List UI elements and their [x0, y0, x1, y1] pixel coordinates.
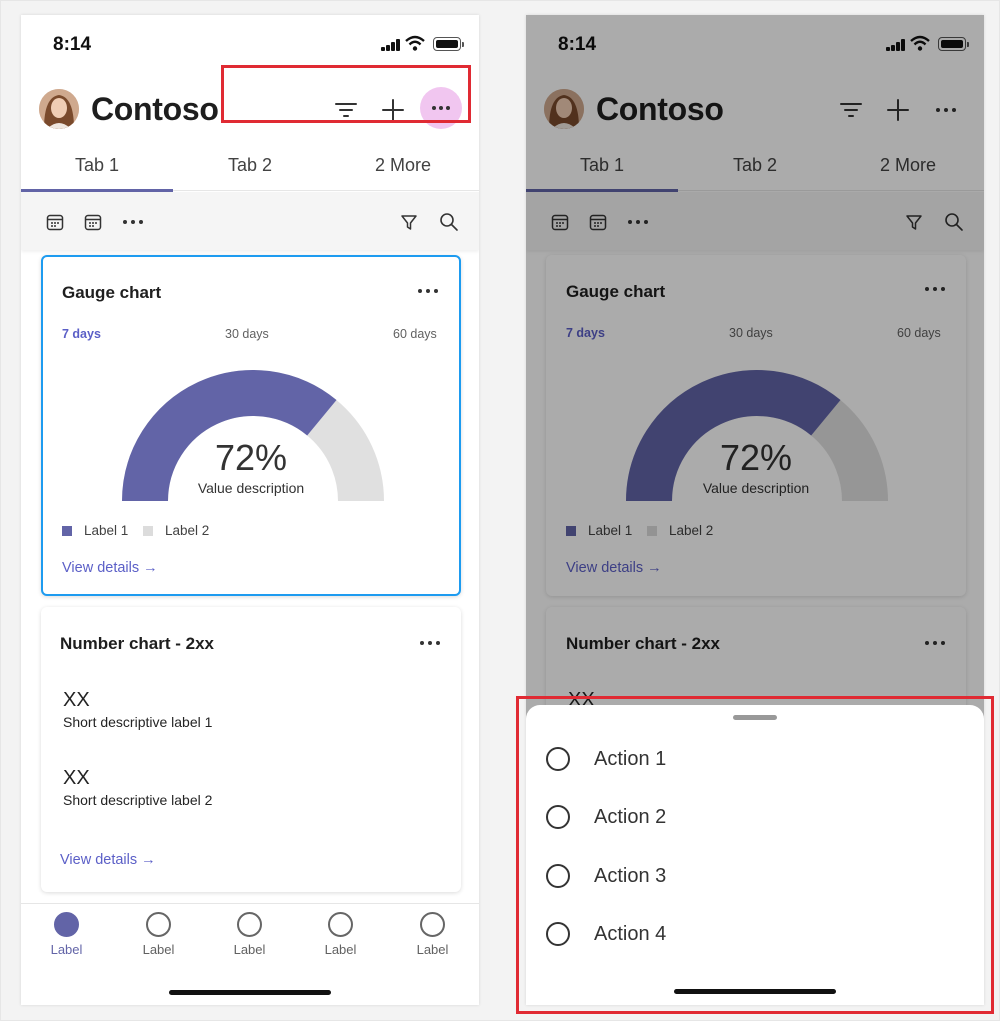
nav-circle-icon	[420, 912, 445, 937]
nav-circle-icon	[146, 912, 171, 937]
card-title: Gauge chart	[62, 283, 162, 302]
calendar-icon[interactable]	[43, 210, 67, 234]
card-more-icon[interactable]	[415, 281, 441, 301]
gauge-description: Value description	[197, 480, 305, 496]
legend-swatch	[62, 525, 72, 536]
highlight-box-action-sheet	[516, 696, 994, 1014]
view-details-link[interactable]: View details →	[62, 560, 158, 576]
bottom-navigation: Label Label Label Label Label	[21, 903, 479, 1005]
avatar[interactable]	[39, 89, 79, 129]
toolbar	[21, 192, 479, 250]
battery-icon	[433, 37, 464, 51]
card-more-icon[interactable]	[417, 633, 443, 653]
nav-item-2[interactable]: Label	[113, 912, 204, 962]
number-value: XX	[63, 689, 90, 711]
nav-label: Label	[324, 942, 357, 957]
period-30-days[interactable]: 30 days	[225, 327, 269, 341]
number-value: XX	[63, 767, 90, 789]
nav-item-1[interactable]: Label	[21, 912, 112, 962]
number-chart-card[interactable]: Number chart - 2xx XX Short descriptive …	[41, 607, 461, 892]
nav-label: Label	[50, 942, 83, 957]
status-bar: 8:14	[21, 15, 479, 69]
home-indicator	[169, 990, 331, 995]
legend-swatch	[143, 525, 153, 536]
gauge-chart-card[interactable]: Gauge chart 7 days 30 days 60 days 72% V…	[41, 255, 461, 596]
legend-item-1: Label 1	[62, 523, 128, 538]
nav-item-3[interactable]: Label	[204, 912, 295, 962]
tab-2[interactable]: Tab 2	[174, 139, 326, 191]
tab-1[interactable]: Tab 1	[21, 139, 173, 192]
nav-circle-icon	[328, 912, 353, 937]
gauge-value: 72%	[214, 437, 288, 478]
nav-circle-icon	[54, 912, 79, 937]
nav-label: Label	[233, 942, 266, 957]
highlight-box-header-actions	[221, 65, 471, 123]
nav-item-4[interactable]: Label	[295, 912, 386, 962]
view-details-link[interactable]: View details →	[60, 852, 156, 868]
phone-screen-left: 8:14 Contoso Tab 1 Tab 2 2 More Gauge ch…	[21, 15, 479, 1005]
filter-icon[interactable]	[397, 210, 421, 234]
cellular-signal-icon	[381, 39, 401, 51]
legend-label: Label 2	[165, 523, 210, 538]
tab-bar: Tab 1 Tab 2 2 More	[21, 139, 479, 192]
card-title: Number chart - 2xx	[60, 634, 214, 653]
app-title: Contoso	[91, 91, 219, 127]
more-icon[interactable]	[121, 210, 145, 234]
tab-more[interactable]: 2 More	[327, 139, 479, 191]
legend-item-2: Label 2	[143, 523, 209, 538]
nav-circle-icon	[237, 912, 262, 937]
nav-item-5[interactable]: Label	[387, 912, 478, 962]
canvas: 8:14 Contoso Tab 1 Tab 2 2 More Gauge ch…	[0, 0, 1000, 1021]
nav-label: Label	[142, 942, 175, 957]
calendar-month-icon[interactable]	[81, 210, 105, 234]
legend-label: Label 1	[84, 523, 129, 538]
period-7-days[interactable]: 7 days	[62, 327, 101, 341]
nav-label: Label	[416, 942, 449, 957]
period-60-days[interactable]: 60 days	[393, 327, 437, 341]
search-icon[interactable]	[437, 210, 461, 234]
wifi-icon	[405, 35, 425, 51]
number-label: Short descriptive label 2	[63, 792, 213, 808]
number-label: Short descriptive label 1	[63, 714, 213, 730]
status-time: 8:14	[53, 34, 92, 55]
